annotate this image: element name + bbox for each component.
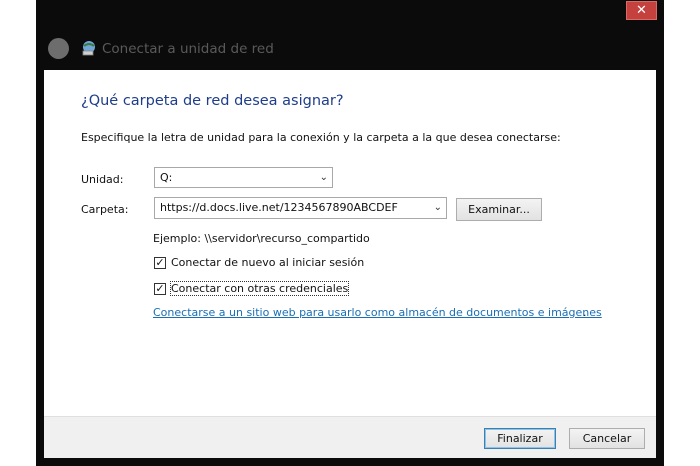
reconnect-label: Conectar de nuevo al iniciar sesión bbox=[171, 256, 365, 269]
folder-input[interactable]: https://d.docs.live.net/1234567890ABCDEF… bbox=[154, 197, 447, 219]
other-credentials-label: Conectar con otras credenciales bbox=[169, 281, 350, 296]
link-period: . bbox=[583, 306, 587, 319]
example-text: Ejemplo: \\servidor\recurso_compartido bbox=[153, 232, 370, 245]
checkmark-icon: ✓ bbox=[155, 282, 165, 295]
drive-select[interactable]: Q: ⌄ bbox=[154, 167, 333, 188]
finish-button[interactable]: Finalizar bbox=[484, 428, 556, 449]
reconnect-option[interactable]: ✓ Conectar de nuevo al iniciar sesión bbox=[154, 256, 374, 272]
chevron-down-icon[interactable]: ⌄ bbox=[434, 198, 442, 217]
drive-select-value: Q: bbox=[160, 171, 173, 184]
close-button[interactable]: ✕ bbox=[626, 1, 657, 20]
reconnect-checkbox[interactable]: ✓ bbox=[154, 257, 166, 269]
dialog-footer: Finalizar Cancelar bbox=[44, 416, 656, 458]
back-arrow-icon[interactable] bbox=[48, 38, 69, 59]
cancel-button[interactable]: Cancelar bbox=[569, 428, 645, 449]
connect-website-link[interactable]: Conectarse a un sitio web para usarlo co… bbox=[153, 306, 602, 319]
folder-label: Carpeta: bbox=[81, 203, 129, 216]
instructions-text: Especifique la letra de unidad para la c… bbox=[81, 131, 561, 144]
drive-label: Unidad: bbox=[81, 173, 124, 186]
other-credentials-option[interactable]: ✓ Conectar con otras credenciales bbox=[154, 281, 384, 298]
chevron-down-icon: ⌄ bbox=[319, 172, 328, 183]
window-title: Conectar a unidad de red bbox=[102, 41, 274, 57]
dialog-content: ¿Qué carpeta de red desea asignar? Espec… bbox=[44, 70, 656, 416]
network-drive-icon bbox=[82, 41, 95, 56]
folder-input-value: https://d.docs.live.net/1234567890ABCDEF bbox=[160, 201, 398, 214]
page-title: ¿Qué carpeta de red desea asignar? bbox=[81, 93, 344, 109]
checkmark-icon: ✓ bbox=[155, 256, 165, 269]
close-icon: ✕ bbox=[636, 3, 647, 18]
other-credentials-checkbox[interactable]: ✓ bbox=[154, 283, 166, 295]
browse-button[interactable]: Examinar... bbox=[456, 198, 542, 221]
